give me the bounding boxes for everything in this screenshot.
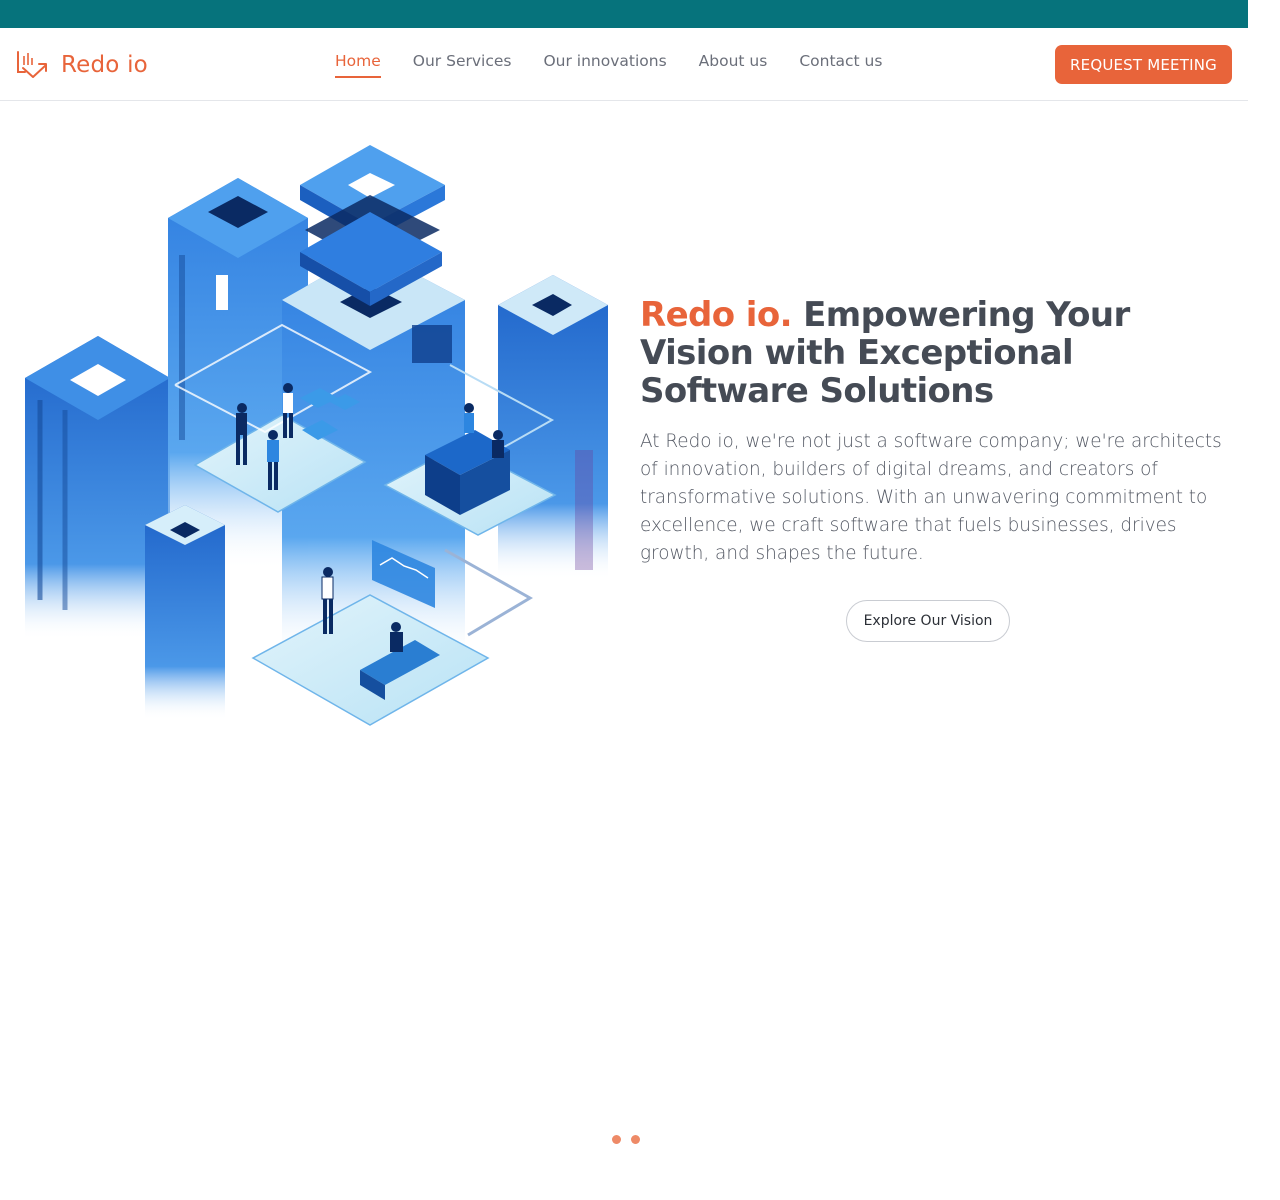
- main-nav: Home Our Services Our innovations About …: [335, 52, 882, 78]
- nav-our-services[interactable]: Our Services: [413, 52, 512, 78]
- hero-description: At Redo io, we're not just a software co…: [640, 431, 1222, 564]
- explore-vision-button[interactable]: Explore Our Vision: [846, 600, 1010, 642]
- isometric-office-buildings-illustration: [20, 140, 620, 740]
- top-accent-bar: [0, 0, 1248, 28]
- brand-logo-link[interactable]: Redo io: [15, 46, 148, 84]
- nav-contact-us[interactable]: Contact us: [799, 52, 882, 78]
- site-header: Redo io Home Our Services Our innovation…: [0, 28, 1248, 101]
- carousel-dots: [612, 1135, 640, 1144]
- chart-arrow-icon: [15, 46, 49, 84]
- nav-our-innovations[interactable]: Our innovations: [543, 52, 666, 78]
- brand-name: Redo io: [61, 52, 148, 78]
- request-meeting-button[interactable]: REQUEST MEETING: [1055, 45, 1232, 84]
- carousel-dot[interactable]: [612, 1135, 621, 1144]
- carousel-dot[interactable]: [631, 1135, 640, 1144]
- nav-about-us[interactable]: About us: [699, 52, 768, 78]
- nav-home[interactable]: Home: [335, 52, 381, 78]
- hero-title: Redo io. Empowering Your Vision with Exc…: [640, 296, 1240, 410]
- hero-title-accent: Redo io.: [640, 295, 793, 335]
- hero-section: Redo io. Empowering Your Vision with Exc…: [640, 296, 1240, 568]
